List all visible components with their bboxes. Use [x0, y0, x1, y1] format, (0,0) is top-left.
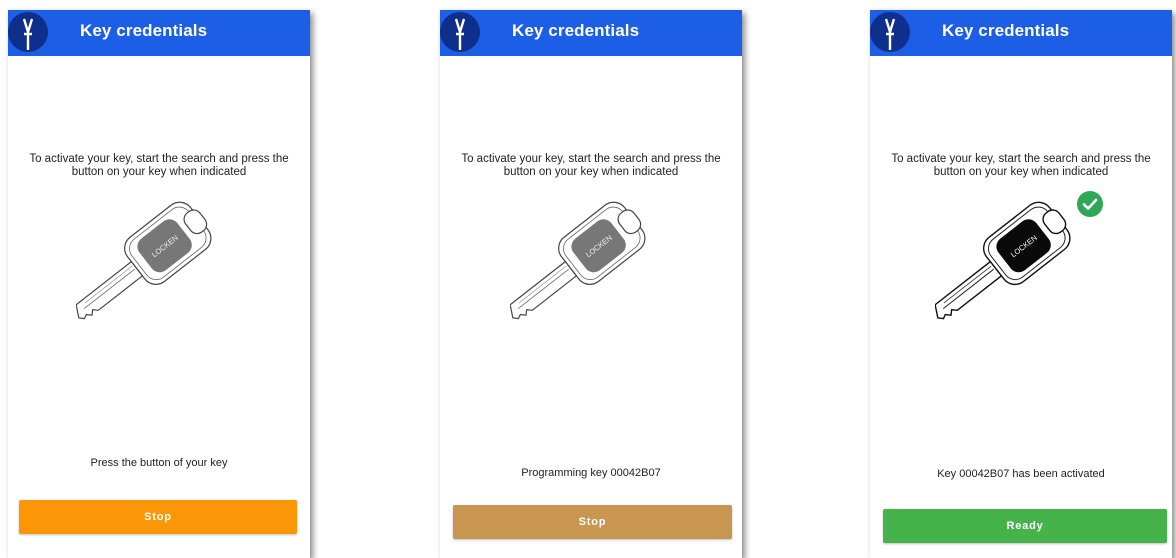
app-bar: Key credentials — [870, 10, 1172, 56]
page-title: Key credentials — [80, 21, 208, 40]
status-text: Press the button of your key — [90, 457, 228, 469]
check-circle-icon — [1077, 191, 1103, 217]
page-title: Key credentials — [942, 21, 1070, 40]
stop-button[interactable]: Stop — [19, 500, 297, 534]
stop-button[interactable]: Stop — [453, 505, 732, 539]
phone-screen-searching: Key credentials To activate your key, st… — [8, 10, 310, 558]
phone-screen-programming: Key credentials To activate your key, st… — [440, 10, 742, 558]
vt-logo-icon — [870, 12, 910, 52]
phone-screen-activated: Key credentials To activate your key, st… — [870, 10, 1172, 558]
page-title: Key credentials — [512, 21, 640, 40]
instruction-text: To activate your key, start the search a… — [891, 153, 1151, 178]
status-text: Programming key 00042B07 — [521, 467, 661, 479]
key-illustration: LOCKEN — [510, 201, 646, 320]
app-bar: Key credentials — [8, 10, 310, 56]
vt-logo-icon — [8, 12, 48, 52]
instruction-text: To activate your key, start the search a… — [461, 153, 721, 178]
key-illustration: LOCKEN — [935, 201, 1071, 320]
status-text: Key 00042B07 has been activated — [937, 468, 1105, 480]
vt-logo-icon — [440, 12, 480, 52]
key-illustration: LOCKEN — [76, 201, 212, 320]
ready-button[interactable]: Ready — [883, 509, 1167, 543]
instruction-text: To activate your key, start the search a… — [29, 153, 289, 178]
app-bar: Key credentials — [440, 10, 742, 56]
